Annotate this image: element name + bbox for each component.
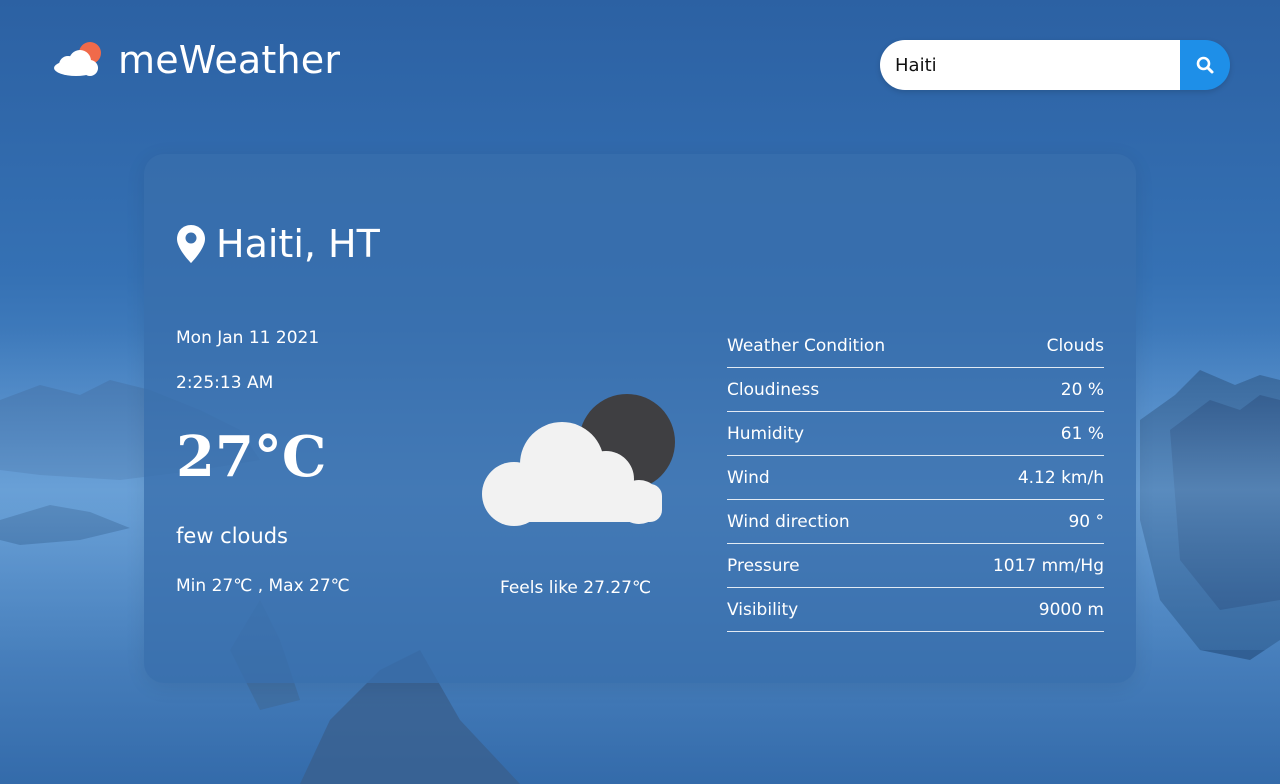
detail-label: Humidity [727, 423, 805, 444]
map-pin-icon [177, 225, 205, 263]
detail-row-humidity: Humidity 61 % [727, 412, 1104, 456]
location-heading: Haiti, HT [176, 222, 380, 266]
weather-card: Haiti, HT Mon Jan 11 2021 2:25:13 AM 27°… [144, 154, 1136, 683]
min-max-temperature: Min 27℃ , Max 27℃ [176, 576, 350, 596]
detail-row-wind-direction: Wind direction 90 ° [727, 500, 1104, 544]
cloud-sun-logo-icon [50, 39, 106, 81]
header: meWeather [0, 0, 1280, 130]
app-name: meWeather [118, 38, 341, 82]
logo[interactable]: meWeather [50, 38, 340, 82]
detail-value: 61 % [1060, 423, 1104, 444]
feels-like: Feels like 27.27℃ [500, 578, 652, 598]
search-button[interactable] [1180, 40, 1230, 90]
detail-label: Visibility [727, 599, 799, 620]
location-name: Haiti, HT [216, 222, 380, 266]
detail-row-visibility: Visibility 9000 m [727, 588, 1104, 632]
detail-row-wind: Wind 4.12 km/h [727, 456, 1104, 500]
detail-label: Wind [727, 467, 770, 488]
detail-value: 4.12 km/h [1017, 467, 1104, 488]
search-input[interactable] [880, 40, 1180, 90]
detail-row-condition: Weather Condition Clouds [727, 324, 1104, 368]
current-temperature: 27°C [176, 424, 327, 490]
detail-label: Pressure [727, 555, 800, 576]
weather-details-list: Weather Condition Clouds Cloudiness 20 %… [727, 324, 1104, 632]
detail-value: 20 % [1060, 379, 1104, 400]
current-date: Mon Jan 11 2021 [176, 328, 320, 348]
detail-value: 9000 m [1038, 599, 1104, 620]
search-icon [1196, 56, 1214, 74]
current-time: 2:25:13 AM [176, 373, 274, 393]
detail-value: 90 ° [1068, 511, 1104, 532]
search-bar [880, 40, 1230, 90]
detail-value: 1017 mm/Hg [992, 555, 1104, 576]
detail-label: Weather Condition [727, 335, 886, 356]
detail-label: Wind direction [727, 511, 850, 532]
weather-description: few clouds [176, 524, 288, 548]
detail-row-pressure: Pressure 1017 mm/Hg [727, 544, 1104, 588]
cloud-moon-icon [474, 389, 684, 529]
detail-row-cloudiness: Cloudiness 20 % [727, 368, 1104, 412]
detail-label: Cloudiness [727, 379, 820, 400]
detail-value: Clouds [1046, 335, 1104, 356]
